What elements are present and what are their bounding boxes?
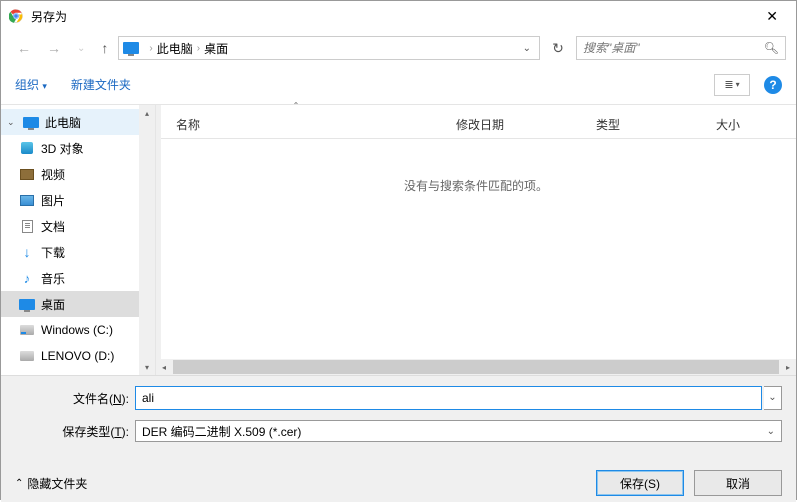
sidebar-root-this-pc[interactable]: ⌄ 此电脑 — [1, 109, 155, 135]
collapse-icon[interactable]: ⌄ — [7, 117, 17, 128]
filename-dropdown-icon[interactable]: ⌄ — [764, 386, 782, 410]
disk-icon — [20, 325, 34, 335]
sidebar: ⌄ 此电脑 3D 对象 视频 图片 文档 ↓下载 ♪音乐 桌面 Windows … — [1, 105, 156, 375]
sidebar-item-music[interactable]: ♪音乐 — [1, 265, 155, 291]
search-box[interactable]: 🔍︎ — [576, 36, 786, 60]
sidebar-item-desktop[interactable]: 桌面 — [1, 291, 155, 317]
horizontal-scrollbar[interactable]: ◂ ▸ — [156, 359, 796, 375]
column-headers: 名称 修改日期 类型 大小 — [156, 111, 796, 139]
scroll-right-icon[interactable]: ▸ — [780, 363, 796, 372]
column-date[interactable]: 修改日期 — [456, 116, 596, 133]
chevron-right-icon: › — [197, 43, 200, 54]
download-icon: ↓ — [19, 245, 35, 259]
footer: ⌃ 隐藏文件夹 保存(S) 取消 — [1, 458, 796, 502]
sidebar-scrollbar[interactable]: ▴ ▾ — [139, 105, 155, 375]
sidebar-item-documents[interactable]: 文档 — [1, 213, 155, 239]
sidebar-item-videos[interactable]: 视频 — [1, 161, 155, 187]
sidebar-item-pictures[interactable]: 图片 — [1, 187, 155, 213]
refresh-icon[interactable]: ↻ — [544, 36, 572, 60]
scroll-up-icon[interactable]: ▴ — [139, 105, 155, 121]
film-icon — [20, 169, 34, 180]
sidebar-item-drive-c[interactable]: Windows (C:) — [1, 317, 155, 343]
filename-input[interactable] — [135, 386, 762, 410]
filetype-label: 保存类型(T): — [15, 423, 135, 440]
form-area: 文件名(N): ⌄ 保存类型(T): DER 编码二进制 X.509 (*.ce… — [1, 375, 796, 458]
column-name[interactable]: 名称 — [176, 116, 456, 133]
monitor-icon — [123, 42, 139, 54]
new-folder-button[interactable]: 新建文件夹 — [71, 76, 131, 93]
organize-menu[interactable]: 组织 ▾ — [15, 76, 47, 93]
chevron-up-icon: ⌃ — [15, 478, 23, 489]
chrome-icon — [9, 9, 23, 23]
monitor-icon — [23, 117, 39, 128]
forward-icon[interactable]: → — [41, 36, 67, 60]
column-size[interactable]: 大小 — [716, 116, 796, 133]
search-input[interactable] — [583, 41, 764, 55]
chevron-right-icon: › — [149, 43, 152, 54]
filetype-row: 保存类型(T): DER 编码二进制 X.509 (*.cer) ⌄ — [15, 420, 782, 442]
breadcrumb-dropdown-icon[interactable]: ⌄ — [519, 43, 535, 54]
breadcrumb[interactable]: › 此电脑 › 桌面 ⌄ — [118, 36, 540, 60]
back-icon[interactable]: ← — [11, 36, 37, 60]
disk-icon — [20, 351, 34, 361]
filetype-value: DER 编码二进制 X.509 (*.cer) — [142, 423, 301, 440]
help-icon[interactable]: ? — [764, 76, 782, 94]
search-icon[interactable]: 🔍︎ — [764, 41, 779, 55]
document-icon — [22, 220, 33, 233]
save-button[interactable]: 保存(S) — [596, 470, 684, 496]
scroll-down-icon[interactable]: ▾ — [139, 359, 155, 375]
cancel-button[interactable]: 取消 — [694, 470, 782, 496]
picture-icon — [20, 195, 34, 206]
file-list-area: ⌃ 名称 修改日期 类型 大小 没有与搜索条件匹配的项。 ◂ ▸ — [156, 105, 796, 375]
hide-folders-toggle[interactable]: ⌃ 隐藏文件夹 — [15, 475, 87, 492]
titlebar: 另存为 ✕ — [1, 1, 796, 31]
main-area: ⌄ 此电脑 3D 对象 视频 图片 文档 ↓下载 ♪音乐 桌面 Windows … — [1, 105, 796, 375]
close-icon[interactable]: ✕ — [756, 8, 788, 25]
sidebar-item-3d[interactable]: 3D 对象 — [1, 135, 155, 161]
history-dropdown-icon[interactable]: ⌄ — [71, 39, 91, 58]
splitter[interactable] — [156, 105, 161, 375]
nav-row: ← → ⌄ ↑ › 此电脑 › 桌面 ⌄ ↻ 🔍︎ — [1, 31, 796, 65]
breadcrumb-current[interactable]: 桌面 — [204, 40, 228, 57]
chevron-down-icon: ⌄ — [767, 426, 775, 437]
toolbar: 组织 ▾ 新建文件夹 ≣ ▾ ? — [1, 65, 796, 105]
column-type[interactable]: 类型 — [596, 116, 716, 133]
music-icon: ♪ — [19, 271, 35, 285]
breadcrumb-root[interactable]: 此电脑 — [157, 40, 193, 57]
scroll-thumb[interactable] — [173, 360, 779, 374]
monitor-icon — [19, 299, 35, 310]
sidebar-item-drive-d[interactable]: LENOVO (D:) — [1, 343, 155, 369]
window-title: 另存为 — [31, 8, 756, 25]
cube-icon — [21, 142, 33, 154]
filename-row: 文件名(N): ⌄ — [15, 386, 782, 410]
sidebar-label: 此电脑 — [45, 114, 81, 131]
empty-message: 没有与搜索条件匹配的项。 — [156, 177, 796, 194]
view-mode-button[interactable]: ≣ ▾ — [714, 74, 750, 96]
filename-label: 文件名(N): — [15, 390, 135, 407]
up-icon[interactable]: ↑ — [95, 36, 114, 60]
sort-indicator-icon: ⌃ — [156, 101, 436, 111]
sidebar-item-downloads[interactable]: ↓下载 — [1, 239, 155, 265]
filetype-select[interactable]: DER 编码二进制 X.509 (*.cer) ⌄ — [135, 420, 782, 442]
